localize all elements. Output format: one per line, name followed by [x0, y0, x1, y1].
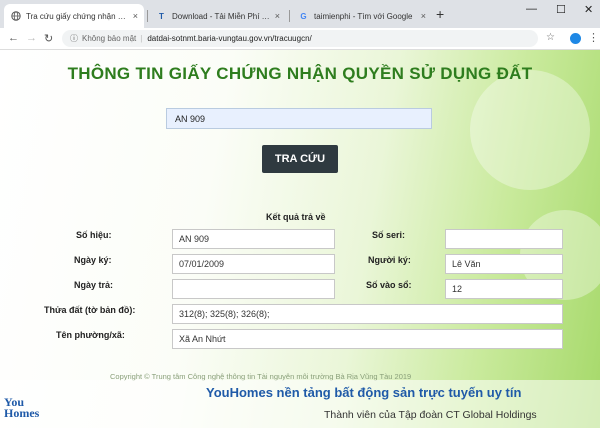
page-content: THÔNG TIN GIẤY CHỨNG NHẬN QUYỀN SỬ DỤNG …: [0, 50, 600, 428]
ngay-ky-label: Ngày ký:: [74, 255, 112, 265]
thua-dat-field[interactable]: 312(8); 325(8); 326(8);: [172, 304, 563, 324]
reload-icon[interactable]: ↻: [44, 32, 53, 45]
nguoi-ky-field[interactable]: Lê Văn: [445, 254, 563, 274]
tab-label: Tra cứu giấy chứng nhận QSDĐ: [26, 11, 129, 21]
watermark-tagline: YouHomes nền tảng bất động sản trực tuyế…: [206, 385, 522, 400]
search-button[interactable]: TRA CỨU: [262, 145, 338, 173]
so-hieu-label: Số hiệu:: [76, 230, 112, 240]
tab-google[interactable]: G taimienphi - Tìm với Google ×: [292, 4, 432, 28]
thua-dat-label: Thửa đất (tờ bản đồ):: [44, 305, 136, 315]
youhomes-logo: You Homes: [4, 396, 74, 420]
ngay-ky-field[interactable]: 07/01/2009: [172, 254, 335, 274]
ngay-tra-label: Ngày trả:: [74, 280, 114, 290]
tab-download[interactable]: T Download - Tải Miễn Phí VN - Ph ×: [150, 4, 286, 28]
address-bar[interactable]: ⓘ Không bảo mật | datdai-sotnmt.baria-vu…: [62, 30, 538, 47]
maximize-icon[interactable]: ☐: [556, 3, 566, 16]
so-vao-so-field[interactable]: 12: [445, 279, 563, 299]
address-divider: |: [140, 34, 143, 43]
background-decoration: [470, 70, 590, 190]
tab-label: Download - Tải Miễn Phí VN - Ph: [172, 11, 271, 21]
bookmark-star-icon[interactable]: ☆: [546, 32, 555, 43]
nguoi-ky-label: Người ký:: [368, 255, 411, 265]
info-icon[interactable]: ⓘ: [70, 33, 78, 44]
extension-icon[interactable]: [570, 33, 581, 44]
so-seri-field[interactable]: [445, 229, 563, 249]
page-title: THÔNG TIN GIẤY CHỨNG NHẬN QUYỀN SỬ DỤNG …: [67, 64, 533, 83]
new-tab-button[interactable]: +: [436, 6, 444, 22]
globe-icon: [10, 11, 21, 22]
tab-divider: [147, 10, 148, 22]
ten-phuong-label: Tên phường/xã:: [56, 330, 125, 340]
tab-label: taimienphi - Tìm với Google: [314, 11, 413, 21]
tab-strip: Tra cứu giấy chứng nhận QSDĐ × T Downloa…: [0, 0, 600, 28]
search-input[interactable]: [166, 108, 432, 129]
tab-divider: [289, 10, 290, 22]
ten-phuong-field[interactable]: Xã An Nhứt: [172, 329, 563, 349]
google-icon: G: [300, 11, 307, 21]
logo-line-2: Homes: [4, 406, 40, 420]
close-tab-icon[interactable]: ×: [133, 11, 138, 21]
menu-icon[interactable]: ⋮: [588, 31, 599, 44]
result-heading: Kết quả trả về: [266, 212, 326, 222]
so-hieu-field[interactable]: AN 909: [172, 229, 335, 249]
t-icon: T: [159, 11, 164, 21]
ngay-tra-field[interactable]: [172, 279, 335, 299]
close-tab-icon[interactable]: ×: [275, 11, 280, 21]
so-seri-label: Số seri:: [372, 230, 406, 240]
so-vao-so-label: Số vào sổ:: [366, 280, 412, 290]
forward-icon[interactable]: →: [26, 32, 37, 44]
back-icon[interactable]: ←: [8, 32, 19, 44]
close-tab-icon[interactable]: ×: [421, 11, 426, 21]
security-label: Không bảo mật: [82, 34, 137, 43]
close-window-icon[interactable]: ✕: [584, 3, 593, 16]
minimize-icon[interactable]: —: [526, 3, 537, 15]
tab-tra-cuu[interactable]: Tra cứu giấy chứng nhận QSDĐ ×: [4, 4, 144, 28]
browser-toolbar: ← → ↻ ⓘ Không bảo mật | datdai-sotnmt.ba…: [0, 28, 600, 50]
url-text: datdai-sotnmt.baria-vungtau.gov.vn/tracu…: [147, 34, 312, 43]
watermark-member: Thành viên của Tập đoàn CT Global Holdin…: [324, 409, 537, 421]
